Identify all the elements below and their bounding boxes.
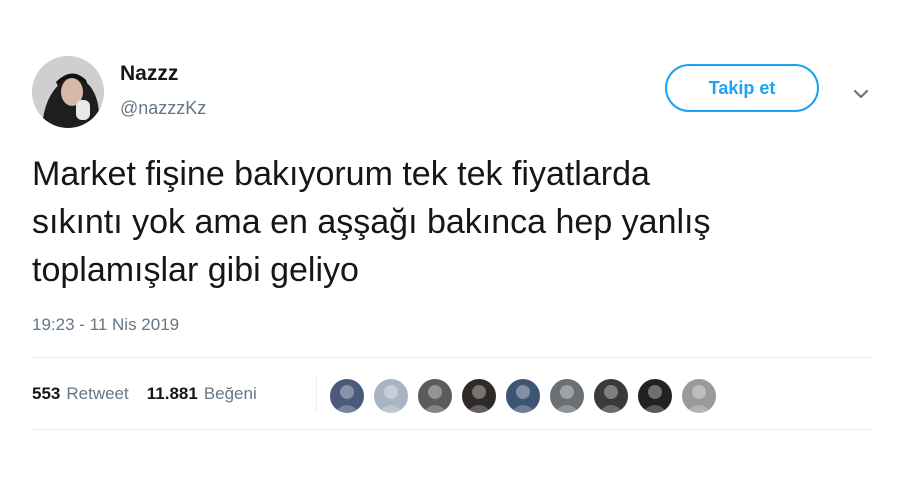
liker-avatar[interactable]: [548, 377, 586, 415]
chevron-down-icon[interactable]: [850, 86, 872, 102]
retweet-count: 553: [32, 384, 61, 403]
liker-avatar[interactable]: [592, 377, 630, 415]
liker-avatar[interactable]: [416, 377, 454, 415]
engagement-stats: 553 Retweet 11.881 Beğeni: [32, 384, 257, 404]
liker-avatar[interactable]: [372, 377, 410, 415]
like-count: 11.881: [146, 384, 198, 403]
tweet-text: Market fişine bakıyorum tek tek fiyatlar…: [32, 155, 711, 289]
follow-button[interactable]: Takip et: [665, 64, 819, 112]
avatar-image: [32, 56, 104, 128]
retweet-label: Retweet: [66, 384, 129, 403]
divider: [32, 357, 872, 358]
liker-avatar[interactable]: [636, 377, 674, 415]
liker-avatar[interactable]: [460, 377, 498, 415]
liker-avatar[interactable]: [328, 377, 366, 415]
liker-avatar[interactable]: [504, 377, 542, 415]
tweet-card: Nazzz @nazzzKz Takip et Market fişine ba…: [0, 0, 900, 501]
liker-avatar[interactable]: [680, 377, 718, 415]
stats-separator: [316, 378, 317, 412]
like-stat[interactable]: 11.881 Beğeni: [147, 384, 257, 404]
divider: [32, 429, 872, 430]
user-handle[interactable]: @nazzzKz: [120, 98, 206, 119]
avatar[interactable]: [32, 56, 104, 128]
display-name[interactable]: Nazzz: [120, 62, 178, 86]
retweet-stat[interactable]: 553 Retweet: [32, 384, 129, 404]
tweet-timestamp[interactable]: 19:23 - 11 Nis 2019: [32, 315, 179, 335]
like-label: Beğeni: [203, 384, 257, 403]
